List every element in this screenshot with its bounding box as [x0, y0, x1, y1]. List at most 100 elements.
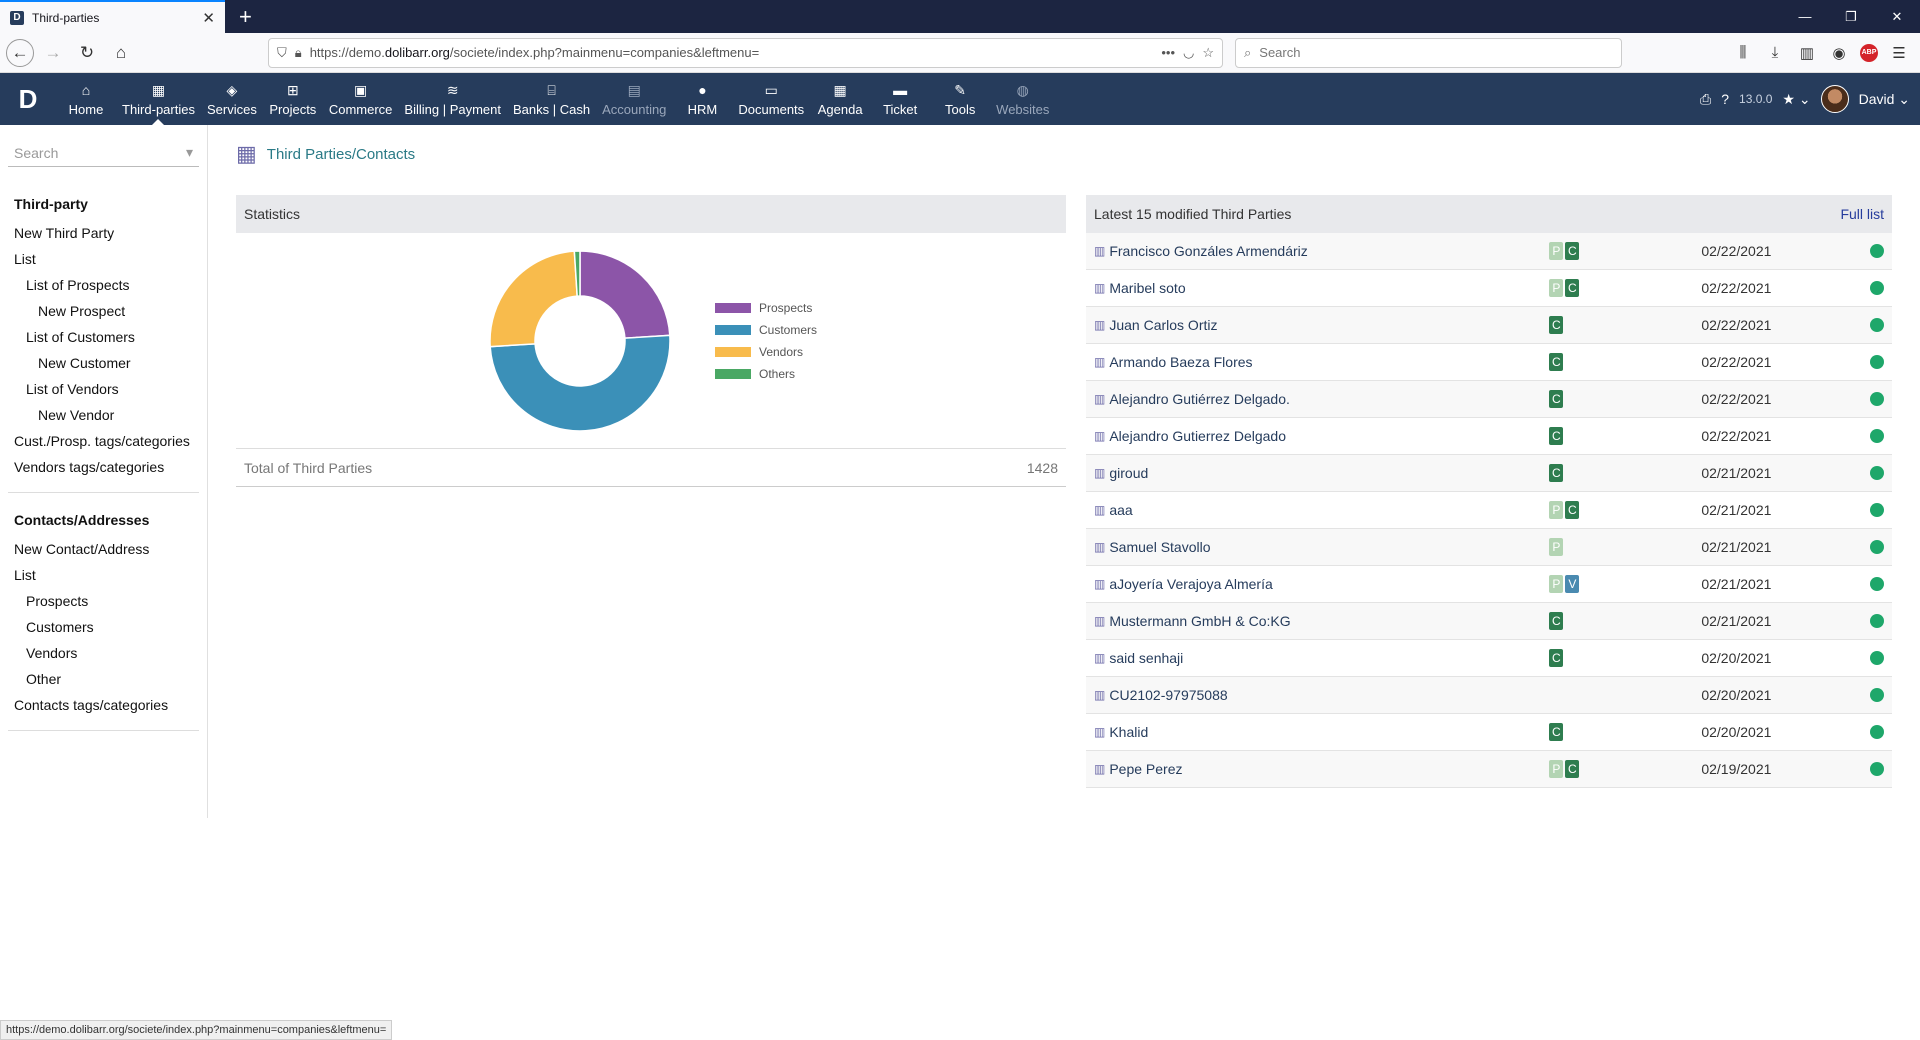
bookmarks-star-icon[interactable]: ★ ⌄	[1782, 91, 1810, 108]
thirdparty-name-link[interactable]: Juan Carlos Ortiz	[1109, 317, 1549, 333]
menu-websites[interactable]: ◍ Websites	[990, 73, 1055, 125]
sidebar-item-list-prospects[interactable]: List of Prospects	[8, 272, 199, 298]
menu-icon[interactable]: ☰	[1888, 44, 1910, 62]
latest-list: ▥ Francisco Gonzáles Armendáriz P C 02/22/20…	[1086, 233, 1892, 788]
thirdparty-name-link[interactable]: Armando Baeza Flores	[1109, 354, 1549, 370]
menu-accounting[interactable]: ▤ Accounting	[596, 73, 672, 125]
thirdparty-name-link[interactable]: Alejandro Gutierrez Delgado	[1109, 428, 1549, 444]
reload-icon[interactable]: ↻	[72, 38, 102, 68]
menu-agenda[interactable]: ▦ Agenda	[810, 73, 870, 125]
sidebar-item-list-vendors[interactable]: List of Vendors	[8, 376, 199, 402]
sidebar-item-new-third-party[interactable]: New Third Party	[8, 220, 199, 246]
sidebar-item-prospects[interactable]: Prospects	[8, 588, 199, 614]
menu-third-parties[interactable]: ▦ Third-parties	[116, 73, 201, 125]
menu-commerce[interactable]: ▣ Commerce	[323, 73, 399, 125]
browser-search-input[interactable]: ⌕ Search	[1235, 37, 1622, 68]
sidebar-item-cust-tags[interactable]: Cust./Prosp. tags/categories	[8, 428, 199, 454]
thirdparty-name-link[interactable]: aaa	[1109, 502, 1549, 518]
thirdparty-name-link[interactable]: aJoyería Verajoya Almería	[1109, 576, 1549, 592]
thirdparty-name-link[interactable]: Samuel Stavollo	[1109, 539, 1549, 555]
close-window-icon[interactable]: ✕	[1874, 0, 1920, 33]
thirdparty-name-link[interactable]: Pepe Perez	[1109, 761, 1549, 777]
minimize-icon[interactable]: —	[1782, 0, 1828, 33]
thirdparty-name-link[interactable]: Francisco Gonzáles Armendáriz	[1109, 243, 1549, 259]
sidebar-item-new-customer[interactable]: New Customer	[8, 350, 199, 376]
adblock-icon[interactable]: ABP	[1860, 43, 1878, 62]
full-list-link[interactable]: Full list	[1840, 206, 1884, 222]
dolibarr-logo-icon[interactable]: D	[0, 73, 56, 125]
ticket-icon: ▬	[893, 81, 908, 98]
sidebar-item-new-vendor[interactable]: New Vendor	[8, 402, 199, 428]
sidebar-item-customers[interactable]: Customers	[8, 614, 199, 640]
thirdparty-name-link[interactable]: CU2102-97975088	[1109, 687, 1549, 703]
sidebar-heading-third-party[interactable]: Third-party	[8, 193, 199, 215]
slice-vendors[interactable]	[489, 249, 578, 347]
restore-icon[interactable]: ❐	[1828, 0, 1874, 33]
shield-icon[interactable]: ⛉	[277, 45, 287, 61]
building-icon[interactable]: ▥	[1094, 429, 1105, 443]
sidebar-item-list-customers[interactable]: List of Customers	[8, 324, 199, 350]
home-icon[interactable]: ⌂	[106, 38, 136, 68]
building-icon[interactable]: ▥	[1094, 503, 1105, 517]
menu-hrm[interactable]: ● HRM	[672, 73, 732, 125]
avatar[interactable]	[1820, 85, 1849, 113]
account-icon[interactable]: ◉	[1828, 44, 1850, 62]
more-actions-icon[interactable]: •••	[1161, 45, 1175, 60]
url-bar[interactable]: ⛉ 🔒︎ https://demo.dolibarr.org/societe/i…	[268, 37, 1223, 68]
menu-tools[interactable]: ✎ Tools	[930, 73, 990, 125]
menu-projects[interactable]: ⊞ Projects	[263, 73, 323, 125]
bookmark-star-icon[interactable]: ☆	[1202, 45, 1214, 61]
menu-banks[interactable]: ⌸ Banks | Cash	[507, 73, 596, 125]
building-icon[interactable]: ▥	[1094, 688, 1105, 702]
building-icon[interactable]: ▥	[1094, 651, 1105, 665]
close-tab-icon[interactable]: ✕	[202, 9, 215, 27]
sidebar-item-contacts-list[interactable]: List	[8, 562, 199, 588]
building-icon[interactable]: ▥	[1094, 614, 1105, 628]
building-icon[interactable]: ▥	[1094, 355, 1105, 369]
thirdparty-name-link[interactable]: Maribel soto	[1109, 280, 1549, 296]
thirdparty-name-link[interactable]: Alejandro Gutiérrez Delgado.	[1109, 391, 1549, 407]
menu-documents[interactable]: ▭ Documents	[732, 73, 810, 125]
new-tab-icon[interactable]: +	[239, 4, 252, 30]
library-icon[interactable]: ⫼	[1732, 44, 1754, 62]
sidebar-item-vendor-tags[interactable]: Vendors tags/categories	[8, 454, 199, 480]
sidebar-item-other[interactable]: Other	[8, 666, 199, 692]
slice-prospects[interactable]	[579, 249, 671, 339]
menu-billing[interactable]: ≋ Billing | Payment	[398, 73, 507, 125]
downloads-icon[interactable]: ⤓	[1764, 44, 1786, 62]
lock-icon[interactable]: 🔒︎	[295, 45, 302, 61]
sidebar-search-select[interactable]: Search ▾	[8, 139, 199, 167]
help-icon[interactable]: ?	[1721, 91, 1729, 107]
building-icon[interactable]: ▥	[1094, 281, 1105, 295]
forward-icon[interactable]: →	[38, 38, 68, 68]
building-icon[interactable]: ▥	[1094, 762, 1105, 776]
sidebar-icon[interactable]: ▥	[1796, 44, 1818, 62]
building-icon[interactable]: ▥	[1094, 725, 1105, 739]
pocket-icon[interactable]: ◡	[1183, 45, 1194, 61]
menu-ticket[interactable]: ▬ Ticket	[870, 73, 930, 125]
sidebar-item-contacts-tags[interactable]: Contacts tags/categories	[8, 692, 199, 718]
building-icon[interactable]: ▥	[1094, 577, 1105, 591]
sidebar-item-new-prospect[interactable]: New Prospect	[8, 298, 199, 324]
slice-customers[interactable]	[489, 334, 671, 432]
status-badge: P	[1549, 538, 1564, 556]
user-menu[interactable]: David ⌄	[1859, 91, 1910, 108]
building-icon[interactable]: ▥	[1094, 244, 1105, 258]
menu-services[interactable]: ◈ Services	[201, 73, 263, 125]
building-icon[interactable]: ▥	[1094, 540, 1105, 554]
sidebar-heading-contacts[interactable]: Contacts/Addresses	[8, 509, 199, 531]
building-icon[interactable]: ▥	[1094, 318, 1105, 332]
menu-home[interactable]: ⌂ Home	[56, 73, 116, 125]
thirdparty-name-link[interactable]: Khalid	[1109, 724, 1549, 740]
thirdparty-name-link[interactable]: said senhaji	[1109, 650, 1549, 666]
thirdparty-name-link[interactable]: giroud	[1109, 465, 1549, 481]
thirdparty-name-link[interactable]: Mustermann GmbH & Co:KG	[1109, 613, 1549, 629]
back-icon[interactable]: ←	[6, 38, 34, 67]
print-icon[interactable]: ⎙	[1700, 91, 1711, 108]
browser-tab[interactable]: D Third-parties ✕	[0, 0, 225, 33]
sidebar-item-list[interactable]: List	[8, 246, 199, 272]
sidebar-item-new-contact[interactable]: New Contact/Address	[8, 536, 199, 562]
building-icon[interactable]: ▥	[1094, 392, 1105, 406]
sidebar-item-vendors[interactable]: Vendors	[8, 640, 199, 666]
building-icon[interactable]: ▥	[1094, 466, 1105, 480]
